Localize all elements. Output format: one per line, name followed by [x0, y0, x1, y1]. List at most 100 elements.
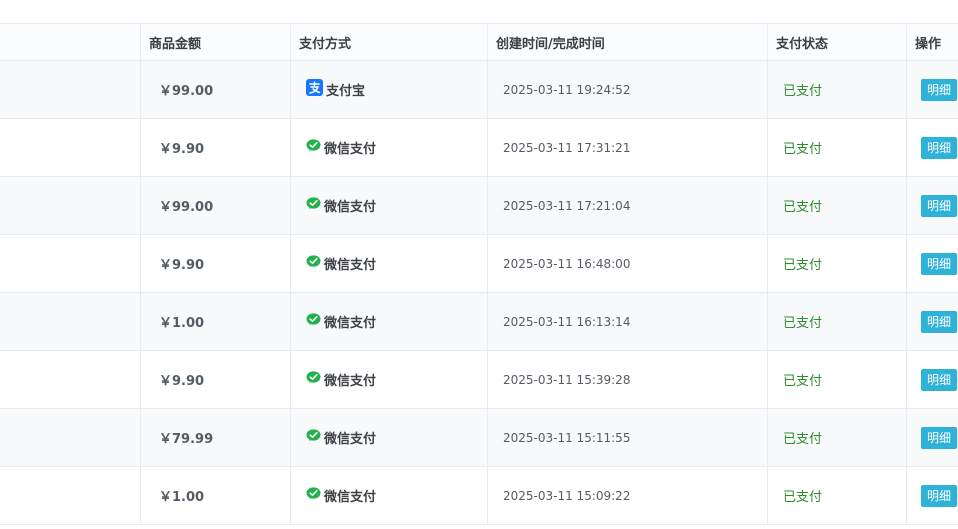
- detail-button[interactable]: 明细: [921, 136, 958, 159]
- amount-value: ￥79.99: [159, 432, 214, 447]
- row-blank-cell: [0, 409, 140, 466]
- created-time: 2025-03-11 15:11:55: [503, 430, 631, 445]
- status-cell: 已支付: [767, 119, 906, 176]
- time-cell: 2025-03-11 15:11:55: [487, 409, 767, 466]
- header-action: 操作: [915, 36, 942, 52]
- created-time: 2025-03-11 15:09:22: [503, 488, 631, 503]
- payment-method-label: 微信支付: [324, 258, 377, 273]
- status-cell: 已支付: [767, 351, 906, 408]
- status-cell: 已支付: [767, 177, 906, 234]
- payment-cell: 微信支付: [290, 293, 487, 350]
- created-time: 2025-03-11 16:13:14: [503, 314, 631, 329]
- payment-status: 已支付: [783, 432, 823, 447]
- amount-cell: ￥99.00: [140, 177, 290, 234]
- row-blank-cell: [0, 351, 140, 408]
- detail-button[interactable]: 明细: [921, 310, 958, 333]
- created-time: 2025-03-11 15:39:28: [503, 372, 631, 387]
- table-header-row: 商品金额 支付方式 创建时间/完成时间 支付状态 操作: [0, 24, 958, 61]
- table-row: ￥9.90 微信支付 2025-03-11 16:48:00 已支付 明细: [0, 235, 958, 293]
- table-row: ￥99.00 微信支付 2025-03-11 17:21:04 已支付 明细: [0, 177, 958, 235]
- wechat-pay-icon: [306, 313, 321, 330]
- status-cell: 已支付: [767, 467, 906, 524]
- payment-method-label: 微信支付: [324, 316, 377, 331]
- wechat-pay-icon: [306, 139, 321, 156]
- amount-value: ￥9.90: [159, 374, 205, 389]
- payment-status: 已支付: [783, 200, 823, 215]
- action-cell: 明细: [906, 293, 958, 350]
- payment-method: 微信支付: [306, 196, 376, 215]
- status-cell: 已支付: [767, 293, 906, 350]
- action-cell: 明细: [906, 409, 958, 466]
- row-blank-cell: [0, 293, 140, 350]
- amount-value: ￥1.00: [159, 490, 205, 505]
- status-cell: 已支付: [767, 61, 906, 118]
- payment-cell: 微信支付: [290, 409, 487, 466]
- payment-cell: 微信支付: [290, 177, 487, 234]
- payment-status: 已支付: [783, 142, 823, 157]
- row-blank-cell: [0, 467, 140, 524]
- created-time: 2025-03-11 19:24:52: [503, 82, 631, 97]
- wechat-pay-icon: [306, 487, 321, 504]
- row-blank-cell: [0, 61, 140, 118]
- payment-status: 已支付: [783, 84, 823, 99]
- created-time: 2025-03-11 17:21:04: [503, 198, 631, 213]
- action-cell: 明细: [906, 177, 958, 234]
- header-status-cell: 支付状态: [767, 24, 906, 60]
- payment-method-label: 微信支付: [324, 374, 377, 389]
- action-cell: 明细: [906, 61, 958, 118]
- detail-button[interactable]: 明细: [921, 78, 958, 101]
- amount-value: ￥99.00: [159, 84, 214, 99]
- row-blank-cell: [0, 119, 140, 176]
- time-cell: 2025-03-11 16:13:14: [487, 293, 767, 350]
- table-row: ￥9.90 微信支付 2025-03-11 15:39:28 已支付 明细: [0, 351, 958, 409]
- table-row: ￥79.99 微信支付 2025-03-11 15:11:55 已支付 明细: [0, 409, 958, 467]
- status-cell: 已支付: [767, 409, 906, 466]
- created-time: 2025-03-11 16:48:00: [503, 256, 631, 271]
- header-time: 创建时间/完成时间: [496, 36, 605, 52]
- header-payment: 支付方式: [299, 36, 352, 52]
- amount-cell: ￥9.90: [140, 235, 290, 292]
- row-blank-cell: [0, 177, 140, 234]
- amount-cell: ￥9.90: [140, 119, 290, 176]
- amount-cell: ￥1.00: [140, 467, 290, 524]
- header-status: 支付状态: [776, 36, 829, 52]
- payment-method: 微信支付: [306, 138, 376, 157]
- time-cell: 2025-03-11 17:31:21: [487, 119, 767, 176]
- status-cell: 已支付: [767, 235, 906, 292]
- detail-button[interactable]: 明细: [921, 194, 958, 217]
- amount-cell: ￥9.90: [140, 351, 290, 408]
- header-action-cell: 操作: [906, 24, 958, 60]
- amount-value: ￥99.00: [159, 200, 214, 215]
- header-payment-cell: 支付方式: [290, 24, 487, 60]
- wechat-pay-icon: [306, 371, 321, 388]
- payment-method-label: 微信支付: [324, 432, 377, 447]
- table-row: ￥99.00 支付宝 2025-03-11 19:24:52 已支付 明细: [0, 61, 958, 119]
- orders-table: 商品金额 支付方式 创建时间/完成时间 支付状态 操作 ￥99.00 支付宝 202…: [0, 0, 958, 525]
- header-amount: 商品金额: [149, 36, 202, 52]
- table-row: ￥1.00 微信支付 2025-03-11 16:13:14 已支付 明细: [0, 293, 958, 351]
- payment-cell: 支付宝: [290, 61, 487, 118]
- payment-cell: 微信支付: [290, 235, 487, 292]
- created-time: 2025-03-11 17:31:21: [503, 140, 631, 155]
- detail-button[interactable]: 明细: [921, 484, 958, 507]
- detail-button[interactable]: 明细: [921, 368, 958, 391]
- header-amount-cell: 商品金额: [140, 24, 290, 60]
- detail-button[interactable]: 明细: [921, 252, 958, 275]
- amount-cell: ￥99.00: [140, 61, 290, 118]
- amount-value: ￥9.90: [159, 142, 205, 157]
- payment-method: 微信支付: [306, 254, 376, 273]
- alipay-icon: [306, 79, 323, 100]
- payment-method: 微信支付: [306, 370, 376, 389]
- wechat-pay-icon: [306, 429, 321, 446]
- detail-button[interactable]: 明细: [921, 426, 958, 449]
- time-cell: 2025-03-11 16:48:00: [487, 235, 767, 292]
- wechat-pay-icon: [306, 197, 321, 214]
- time-cell: 2025-03-11 15:39:28: [487, 351, 767, 408]
- payment-method-label: 微信支付: [324, 142, 377, 157]
- payment-method: 微信支付: [306, 486, 376, 505]
- table-top-strip: [0, 0, 958, 24]
- payment-method: 支付宝: [306, 79, 365, 100]
- table-body: ￥99.00 支付宝 2025-03-11 19:24:52 已支付 明细 ￥9.90 微信…: [0, 61, 958, 525]
- payment-method: 微信支付: [306, 312, 376, 331]
- payment-status: 已支付: [783, 490, 823, 505]
